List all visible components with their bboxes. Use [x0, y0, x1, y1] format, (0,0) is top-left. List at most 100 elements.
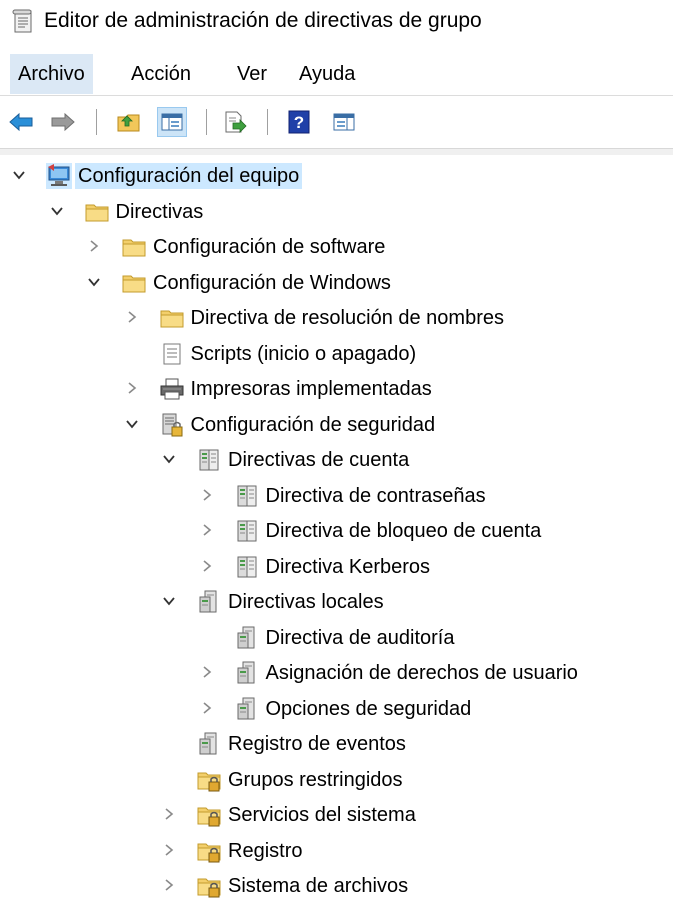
- security-settings-icon: [159, 412, 185, 438]
- tree-node-label: Directiva de contraseñas: [265, 484, 486, 507]
- tree-node-label: Directiva Kerberos: [265, 555, 431, 578]
- folder-icon: [121, 270, 147, 296]
- locked-folder-icon: [196, 802, 222, 828]
- tree-node-label: Servicios del sistema: [228, 804, 416, 826]
- printer-icon: [159, 376, 185, 402]
- properties-pane-button[interactable]: [329, 107, 359, 137]
- tree-node[interactable]: Asignación de derechos de usuario: [0, 655, 673, 691]
- chevron-down-icon[interactable]: [12, 168, 26, 182]
- tree-node[interactable]: Opciones de seguridad: [0, 691, 673, 727]
- export-list-button[interactable]: [220, 107, 250, 137]
- tree-node[interactable]: Directiva Kerberos: [0, 549, 673, 585]
- tree-node-label: Directiva de bloqueo de cuenta: [265, 520, 542, 542]
- export-list-icon: [225, 111, 247, 133]
- tree-node[interactable]: Directivas: [0, 194, 673, 230]
- tree-node-label: Asignación de derechos de usuario: [265, 662, 578, 684]
- computer-icon: [46, 163, 72, 189]
- policy-stack-icon: [234, 483, 260, 509]
- tree-node-label: Scripts (inicio o apagado): [190, 342, 417, 365]
- locked-folder-icon: [196, 873, 222, 899]
- folder-icon: [159, 305, 185, 331]
- chevron-right-icon[interactable]: [162, 878, 176, 892]
- tree-node[interactable]: Grupos restringidos: [0, 762, 673, 798]
- chevron-down-icon[interactable]: [162, 452, 176, 466]
- tree-node[interactable]: Directiva de resolución de nombres: [0, 300, 673, 336]
- window-title: Editor de administración de directivas d…: [44, 9, 482, 32]
- chevron-down-icon[interactable]: [50, 204, 64, 218]
- menu-accion[interactable]: Acción: [123, 54, 199, 94]
- help-icon: ?: [288, 110, 310, 134]
- tree-node[interactable]: Configuración del equipo: [0, 158, 673, 194]
- tree-node[interactable]: Registro de eventos: [0, 726, 673, 762]
- menu-ayuda[interactable]: Ayuda: [291, 54, 363, 94]
- tree-node[interactable]: Directivas locales: [0, 584, 673, 620]
- tree-node-label: Registro de eventos: [228, 733, 406, 755]
- local-policy-icon: [196, 589, 222, 615]
- help-button[interactable]: ?: [284, 107, 314, 137]
- properties-pane-icon: [333, 113, 355, 131]
- tree-node[interactable]: Impresoras implementadas: [0, 371, 673, 407]
- toolbar-separator: [96, 109, 97, 135]
- chevron-right-icon[interactable]: [162, 807, 176, 821]
- script-icon: [159, 341, 185, 367]
- toolbar-separator: [206, 109, 207, 135]
- tree-node-label: Directiva de auditoría: [265, 626, 455, 649]
- local-policy-icon: [234, 660, 260, 686]
- tree-node[interactable]: Directiva de contraseñas: [0, 478, 673, 514]
- svg-text:?: ?: [294, 113, 304, 132]
- tree-node[interactable]: Configuración de seguridad: [0, 407, 673, 443]
- chevron-down-icon[interactable]: [125, 417, 139, 431]
- menu-archivo[interactable]: Archivo: [10, 54, 93, 94]
- folder-icon: [84, 199, 110, 225]
- chevron-right-icon[interactable]: [200, 523, 214, 537]
- chevron-right-icon[interactable]: [125, 381, 139, 395]
- folder-icon: [121, 234, 147, 260]
- show-hide-tree-button[interactable]: [157, 107, 187, 137]
- tree-node-label: Registro: [228, 839, 303, 862]
- chevron-right-icon[interactable]: [200, 559, 214, 573]
- tree-node-label: Configuración de seguridad: [190, 413, 436, 436]
- tree-node-label: Directivas de cuenta: [228, 449, 410, 471]
- tree-node-label: Directivas: [115, 200, 204, 223]
- show-hide-tree-icon: [161, 113, 183, 131]
- tree-node[interactable]: Sistema de archivos: [0, 868, 673, 904]
- back-button[interactable]: [6, 107, 36, 137]
- tree-node[interactable]: Servicios del sistema: [0, 797, 673, 833]
- local-policy-icon: [234, 696, 260, 722]
- tree-node[interactable]: Configuración de software: [0, 229, 673, 265]
- forward-arrow-icon: [51, 112, 75, 132]
- tree-node-label: Impresoras implementadas: [190, 378, 432, 400]
- locked-folder-icon: [196, 767, 222, 793]
- tree-node-label: Opciones de seguridad: [265, 697, 472, 720]
- chevron-right-icon[interactable]: [200, 665, 214, 679]
- chevron-right-icon[interactable]: [87, 239, 101, 253]
- chevron-down-icon[interactable]: [87, 275, 101, 289]
- tree-node-label: Configuración del equipo: [75, 163, 303, 189]
- policy-stack-icon: [196, 447, 222, 473]
- chevron-right-icon[interactable]: [200, 488, 214, 502]
- toolbar: ?: [0, 98, 673, 148]
- toolbar-separator: [267, 109, 268, 135]
- up-one-level-button[interactable]: [114, 107, 144, 137]
- title-bar: Editor de administración de directivas d…: [0, 0, 673, 45]
- menu-ver[interactable]: Ver: [229, 54, 275, 94]
- tree-node-label: Directivas locales: [228, 591, 384, 613]
- chevron-down-icon[interactable]: [162, 594, 176, 608]
- tree-node-label: Grupos restringidos: [228, 768, 403, 791]
- forward-button[interactable]: [48, 107, 78, 137]
- chevron-right-icon[interactable]: [125, 310, 139, 324]
- local-policy-icon: [196, 731, 222, 757]
- policy-stack-icon: [234, 554, 260, 580]
- chevron-right-icon[interactable]: [200, 701, 214, 715]
- tree-node[interactable]: Directiva de auditoría: [0, 620, 673, 656]
- tree-node-label: Directiva de resolución de nombres: [190, 307, 505, 329]
- up-folder-icon: [117, 114, 140, 132]
- tree-node[interactable]: Registro: [0, 833, 673, 869]
- toolbar-divider: [0, 148, 673, 155]
- chevron-right-icon[interactable]: [162, 843, 176, 857]
- gpedit-app-icon: [12, 9, 36, 40]
- tree-node[interactable]: Directivas de cuenta: [0, 442, 673, 478]
- tree-node[interactable]: Scripts (inicio o apagado): [0, 336, 673, 372]
- tree-node[interactable]: Configuración de Windows: [0, 265, 673, 301]
- tree-node[interactable]: Directiva de bloqueo de cuenta: [0, 513, 673, 549]
